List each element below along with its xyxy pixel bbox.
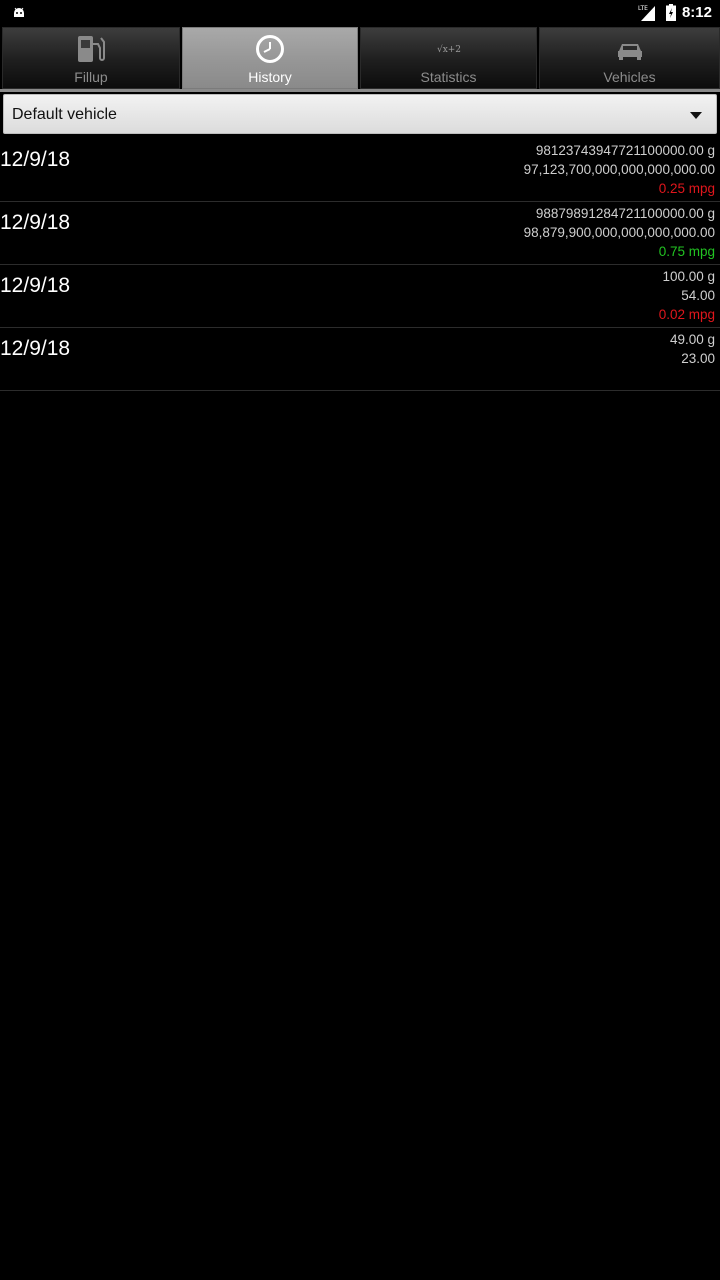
clock-icon (253, 34, 287, 64)
history-row[interactable]: 12/9/18 100.00 g 54.00 0.02 mpg (0, 265, 720, 328)
lte-signal-icon: LTE (638, 5, 655, 21)
tab-label: Vehicles (603, 69, 656, 85)
tab-label: Fillup (74, 69, 108, 85)
car-icon (613, 34, 647, 64)
row-date: 12/9/18 (0, 148, 71, 171)
tab-history[interactable]: History (182, 27, 358, 89)
tab-fillup[interactable]: Fillup (2, 27, 180, 89)
android-notification-icon (14, 7, 24, 17)
vehicle-dropdown[interactable]: Default vehicle (3, 94, 717, 134)
tab-statistics[interactable]: √x+2 Statistics (360, 27, 537, 89)
history-row[interactable]: 12/9/18 49.00 g 23.00 (0, 328, 720, 391)
row-cost: 98,879,900,000,000,000,000.00 (523, 225, 715, 240)
row-cost: 97,123,700,000,000,000,000.00 (523, 162, 715, 177)
row-mpg: 0.02 mpg (658, 307, 715, 322)
history-row[interactable]: 12/9/18 98879891284721100000.00 g 98,879… (0, 202, 720, 265)
tab-label: History (248, 69, 292, 85)
row-volume: 100.00 g (662, 269, 715, 284)
row-volume: 49.00 g (669, 332, 715, 347)
battery-charging-icon (665, 3, 676, 21)
history-list: 12/9/18 98123743947721100000.00 g 97,123… (0, 139, 720, 391)
status-time: 8:12 (681, 3, 712, 21)
row-values: 98879891284721100000.00 g 98,879,900,000… (524, 204, 715, 261)
row-volume: 98879891284721100000.00 g (535, 206, 715, 221)
row-date: 12/9/18 (0, 274, 71, 297)
row-values: 100.00 g 54.00 0.02 mpg (659, 267, 715, 324)
vehicle-dropdown-value: Default vehicle (12, 106, 117, 123)
row-cost: 23.00 (681, 351, 715, 366)
svg-text:√x+2: √x+2 (436, 44, 460, 55)
tab-label: Statistics (420, 69, 477, 85)
formula-icon: √x+2 (432, 34, 466, 64)
tab-underline (0, 89, 720, 92)
row-date: 12/9/18 (0, 337, 71, 360)
svg-text:LTE: LTE (638, 5, 648, 12)
fuel-pump-icon (74, 34, 108, 64)
history-row[interactable]: 12/9/18 98123743947721100000.00 g 97,123… (0, 139, 720, 202)
tab-bar: Fillup History √x+2 Statistics Vehicles (0, 27, 720, 89)
status-bar: LTE 8:12 (0, 0, 720, 24)
chevron-down-icon (690, 112, 702, 119)
tab-vehicles[interactable]: Vehicles (539, 27, 720, 89)
row-mpg: 0.75 mpg (658, 244, 715, 259)
row-mpg: 0.25 mpg (658, 181, 715, 196)
row-values: 98123743947721100000.00 g 97,123,700,000… (524, 141, 715, 198)
row-volume: 98123743947721100000.00 g (535, 143, 715, 158)
row-date: 12/9/18 (0, 211, 71, 234)
row-cost: 54.00 (681, 288, 715, 303)
row-values: 49.00 g 23.00 (670, 330, 715, 368)
